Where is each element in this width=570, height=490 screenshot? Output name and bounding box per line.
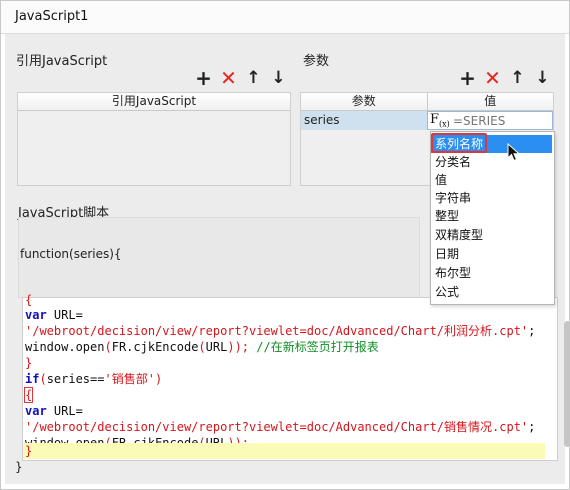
- ref-js-move-down-button[interactable]: ↓: [266, 67, 291, 89]
- dropdown-item-formula[interactable]: 公式: [431, 283, 552, 301]
- params-label: 参数: [303, 54, 330, 69]
- dropdown-item-boolean[interactable]: 布尔型: [431, 264, 552, 282]
- dropdown-item-series-name[interactable]: 系列名称: [431, 135, 552, 153]
- editor-scrollbar[interactable]: [562, 302, 570, 456]
- ref-js-move-up-button[interactable]: ↑: [241, 67, 266, 89]
- dropdown-item-value[interactable]: 值: [431, 171, 552, 189]
- function-signature: function(series){: [20, 247, 122, 261]
- dropdown-item-double[interactable]: 双精度型: [431, 226, 552, 244]
- plus-icon: +: [195, 66, 212, 90]
- dropdown-item-string[interactable]: 字符串: [431, 189, 552, 207]
- code-line: '/webroot/decision/view/report?viewlet=d…: [25, 420, 536, 434]
- param-name-column-header[interactable]: 参数: [301, 93, 428, 110]
- param-name-cell[interactable]: series: [301, 111, 427, 130]
- plus-icon: +: [459, 66, 476, 90]
- ref-js-label: 引用JavaScript: [16, 54, 108, 69]
- code-editor[interactable]: { var URL= '/webroot/decision/view/repor…: [22, 293, 570, 461]
- params-toolbar: + ✕ ↑ ↓: [455, 66, 555, 90]
- ref-js-table-header: 引用JavaScript: [18, 93, 290, 111]
- arrow-down-icon: ↓: [535, 68, 550, 88]
- arrow-down-icon: ↓: [271, 68, 286, 88]
- param-add-button[interactable]: +: [455, 66, 480, 90]
- code-line: {: [25, 293, 33, 307]
- editor-scrollbar-thumb[interactable]: [564, 321, 570, 447]
- value-type-dropdown[interactable]: 系列名称 分类名 值 字符串 整型 双精度型 日期 布尔型 公式: [430, 131, 555, 305]
- ref-js-add-button[interactable]: +: [191, 66, 216, 90]
- code-line: if(series=='销售部'): [25, 372, 163, 386]
- x-icon: ✕: [484, 66, 501, 90]
- param-move-down-button[interactable]: ↓: [530, 67, 555, 89]
- window-title: JavaScript1: [15, 9, 89, 24]
- ref-js-delete-button[interactable]: ✕: [216, 66, 241, 90]
- function-closing-brace: }: [15, 460, 23, 474]
- param-row-series[interactable]: series F(x): [301, 111, 553, 130]
- code-line-current: }: [23, 443, 545, 459]
- param-value-input[interactable]: [453, 113, 549, 128]
- formula-fx-button[interactable]: F(x): [430, 112, 450, 129]
- param-value-column-header[interactable]: 值: [428, 93, 554, 110]
- javascript-dialog: JavaScript1 引用JavaScript + ✕ ↑ ↓ 引用JavaS…: [0, 0, 570, 490]
- code-line: window.open(FR.cjkEncode(URL)); //在新标签页打…: [25, 340, 379, 354]
- ref-js-column-header[interactable]: 引用JavaScript: [18, 93, 290, 110]
- code-line: '/webroot/decision/view/report?viewlet=d…: [25, 324, 536, 338]
- mouse-pointer-icon: [507, 143, 521, 162]
- script-header-box: function(series){: [18, 217, 420, 298]
- code-line: }: [25, 356, 33, 370]
- param-move-up-button[interactable]: ↑: [505, 67, 530, 89]
- ref-js-toolbar: + ✕ ↑ ↓: [191, 66, 291, 90]
- arrow-up-icon: ↑: [510, 68, 525, 88]
- ref-js-table[interactable]: 引用JavaScript: [17, 92, 291, 186]
- title-bar: JavaScript1: [1, 1, 569, 34]
- params-table-header: 参数 值: [301, 93, 553, 111]
- dropdown-item-date[interactable]: 日期: [431, 245, 552, 263]
- param-value-cell[interactable]: F(x): [427, 111, 553, 130]
- param-delete-button[interactable]: ✕: [480, 66, 505, 90]
- code-line: {: [23, 387, 34, 403]
- x-icon: ✕: [220, 66, 237, 90]
- dropdown-item-integer[interactable]: 整型: [431, 207, 552, 225]
- arrow-up-icon: ↑: [246, 68, 261, 88]
- code-line: var URL=: [25, 404, 83, 418]
- code-line: var URL=: [25, 308, 83, 322]
- dropdown-item-category-name[interactable]: 分类名: [431, 153, 552, 171]
